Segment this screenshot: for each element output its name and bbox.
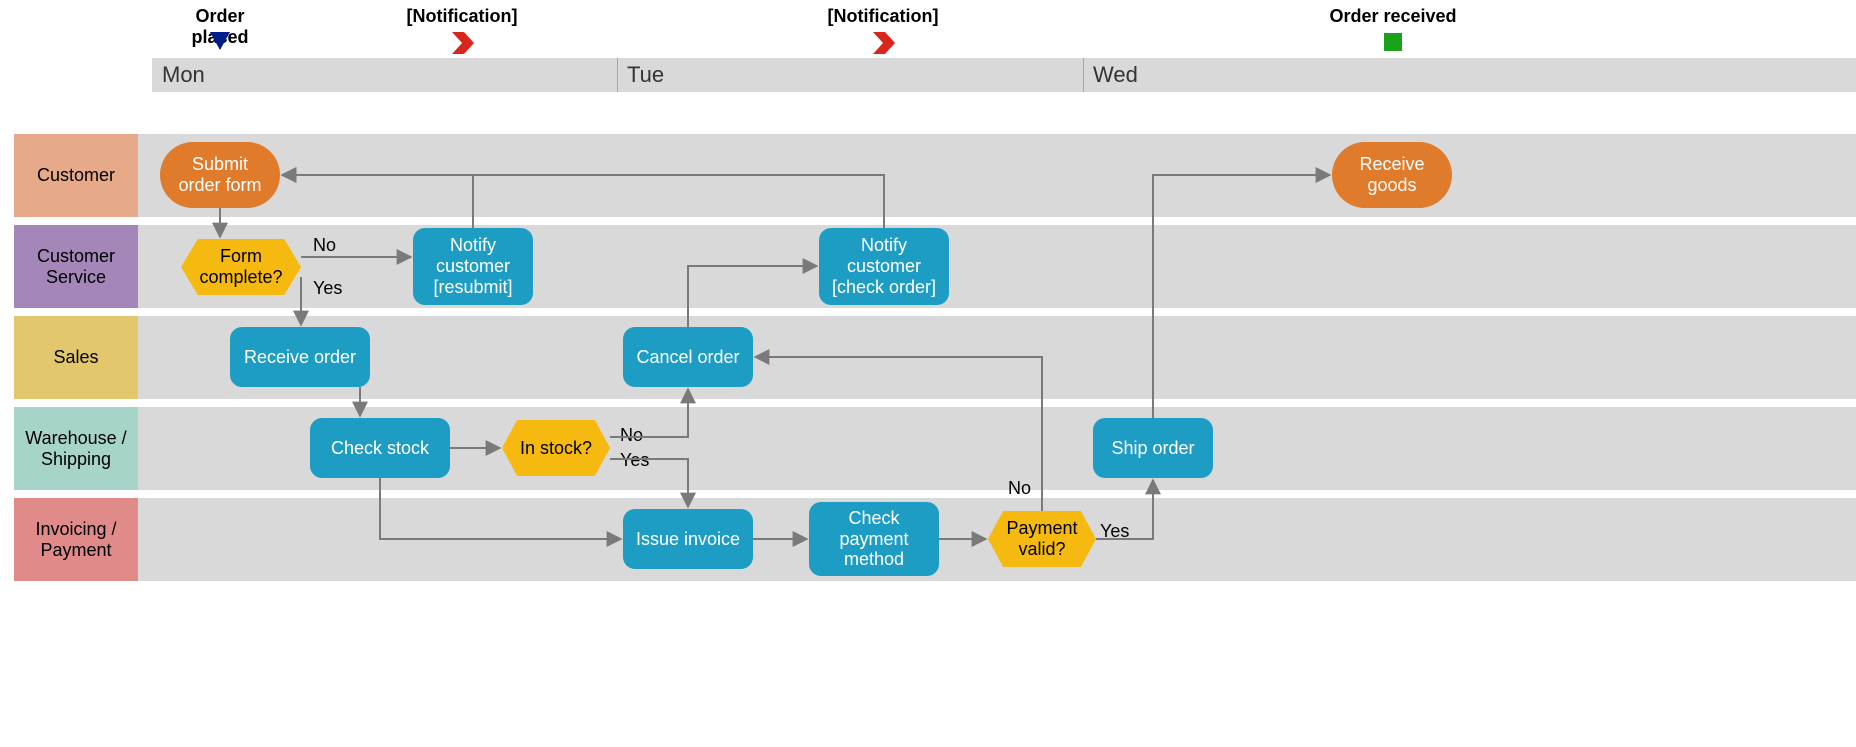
- lane-body-sales: [138, 316, 1856, 399]
- timeline-day-tue: Tue: [627, 62, 664, 88]
- node-label: Ship order: [1111, 438, 1194, 459]
- edge-label-payment-valid-no: No: [1008, 478, 1031, 499]
- marker-label-notification-2: [Notification]: [813, 6, 953, 27]
- edge-label-payment-valid-yes: Yes: [1100, 521, 1129, 542]
- node-label: Submit order form: [170, 154, 270, 195]
- node-in-stock: In stock?: [502, 420, 610, 476]
- node-issue-invoice: Issue invoice: [623, 509, 753, 569]
- lane-label: Invoicing / Payment: [14, 519, 138, 560]
- node-receive-goods: Receive goods: [1332, 142, 1452, 208]
- node-cancel-order: Cancel order: [623, 327, 753, 387]
- edge-label-in-stock-yes: Yes: [620, 450, 649, 471]
- lane-label: Customer: [37, 165, 115, 186]
- node-ship-order: Ship order: [1093, 418, 1213, 478]
- lane-body-customer-service: [138, 225, 1856, 308]
- lane-header-customer-service: Customer Service: [14, 225, 138, 308]
- node-label: Cancel order: [636, 347, 739, 368]
- lane-header-warehouse: Warehouse / Shipping: [14, 407, 138, 490]
- node-check-stock: Check stock: [310, 418, 450, 478]
- node-label: Receive order: [244, 347, 356, 368]
- marker-label-order-received: Order received: [1323, 6, 1463, 27]
- lane-header-customer: Customer: [14, 134, 138, 217]
- node-label: Receive goods: [1342, 154, 1442, 195]
- node-notify-check-order: Notify customer [check order]: [819, 228, 949, 305]
- node-check-payment-method: Check payment method: [809, 502, 939, 576]
- node-label: Notify customer [check order]: [825, 235, 943, 297]
- node-label: Check stock: [331, 438, 429, 459]
- triangle-marker-icon: [210, 32, 230, 50]
- timeline-day-mon: Mon: [162, 62, 205, 88]
- lane-label: Warehouse / Shipping: [14, 428, 138, 469]
- timeline-day-wed: Wed: [1093, 62, 1138, 88]
- node-label: Form complete?: [191, 246, 291, 287]
- node-submit-order-form: Submit order form: [160, 142, 280, 208]
- timeline-tick: [617, 58, 618, 92]
- node-notify-resubmit: Notify customer [resubmit]: [413, 228, 533, 305]
- node-form-complete: Form complete?: [181, 239, 301, 295]
- edge-label-form-complete-yes: Yes: [313, 278, 342, 299]
- lane-header-sales: Sales: [14, 316, 138, 399]
- node-label: Payment valid?: [998, 518, 1086, 559]
- marker-label-notification-1: [Notification]: [392, 6, 532, 27]
- node-label: Issue invoice: [636, 529, 740, 550]
- node-label: In stock?: [520, 438, 592, 459]
- lane-body-customer: [138, 134, 1856, 217]
- node-label: Check payment method: [815, 508, 933, 570]
- timeline-tick: [1083, 58, 1084, 92]
- square-marker-icon: [1384, 33, 1402, 51]
- node-receive-order: Receive order: [230, 327, 370, 387]
- lane-label: Customer Service: [14, 246, 138, 287]
- edge-label-form-complete-no: No: [313, 235, 336, 256]
- node-payment-valid: Payment valid?: [988, 511, 1096, 567]
- node-label: Notify customer [resubmit]: [419, 235, 527, 297]
- timeline-bar: [152, 58, 1856, 92]
- lane-label: Sales: [53, 347, 98, 368]
- chevron-marker-icon: [871, 30, 897, 56]
- edge-label-in-stock-no: No: [620, 425, 643, 446]
- lane-header-invoicing: Invoicing / Payment: [14, 498, 138, 581]
- chevron-marker-icon: [450, 30, 476, 56]
